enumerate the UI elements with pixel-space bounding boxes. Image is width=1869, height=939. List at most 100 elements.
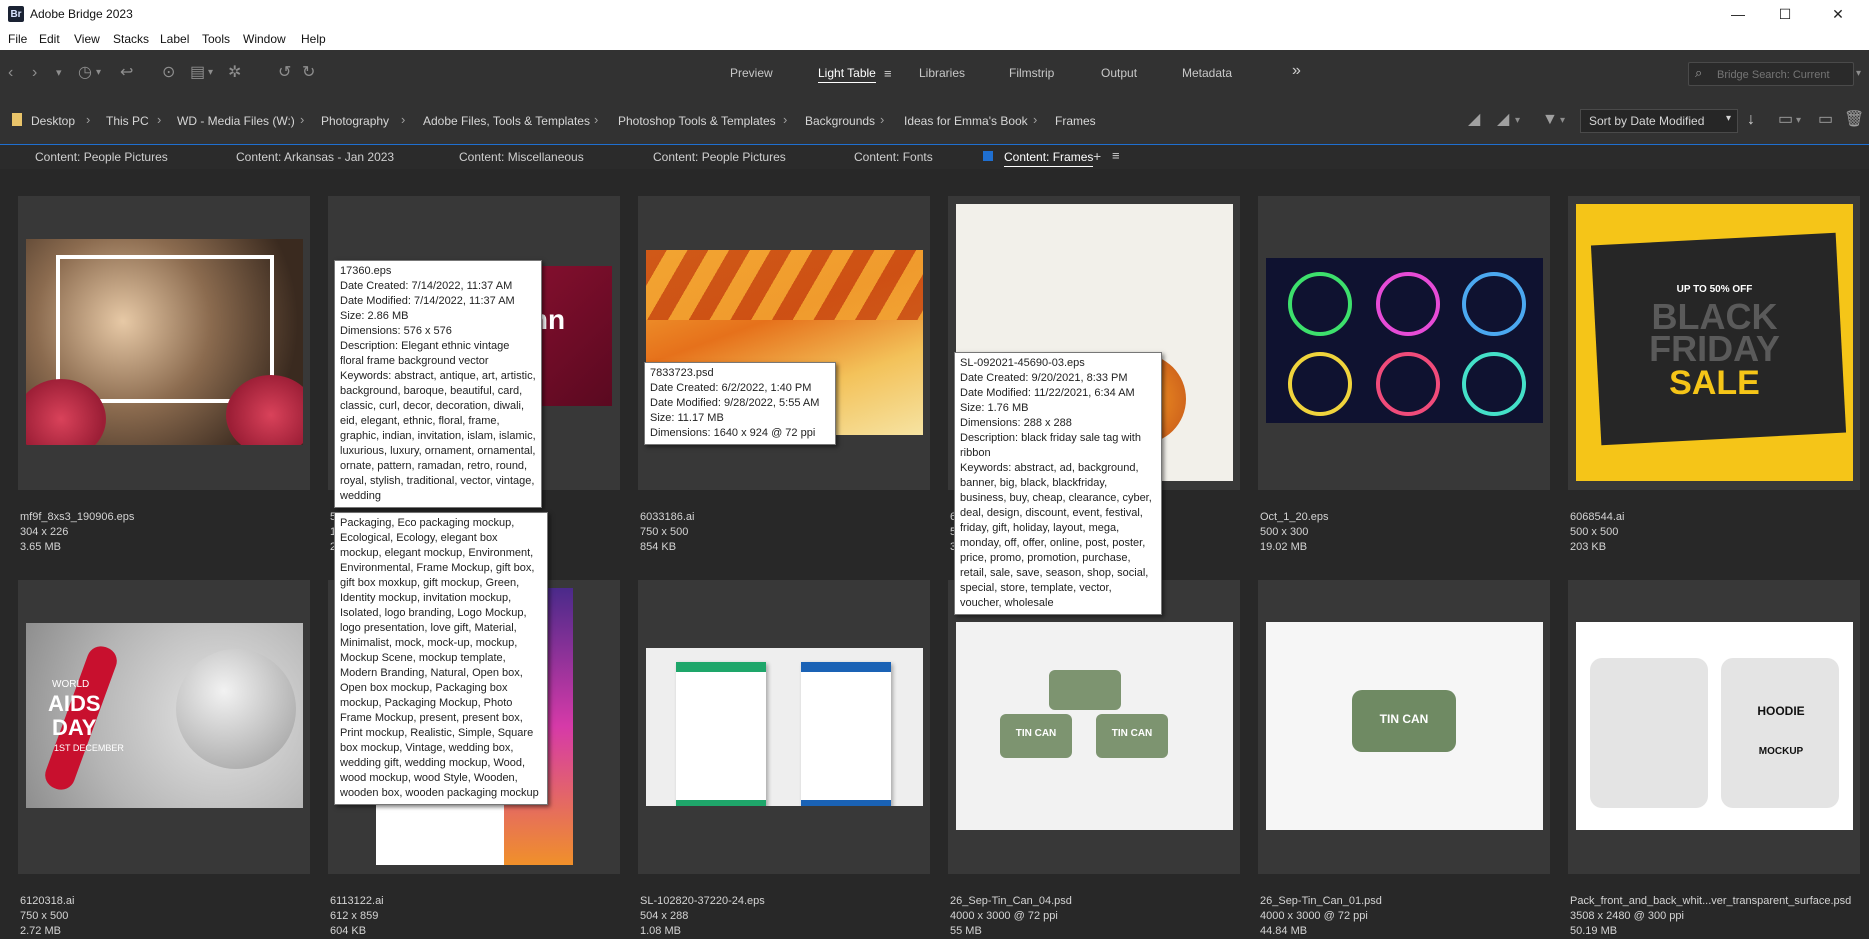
thumbnail-image xyxy=(26,239,303,445)
chevron-down-icon[interactable]: ▾ xyxy=(1856,65,1861,83)
tooltip-filename: 17360.eps xyxy=(340,265,392,277)
sort-select[interactable]: Sort by Date Modified ▾ xyxy=(1580,109,1738,133)
quality-options-icon[interactable]: ◢ xyxy=(1468,111,1480,129)
file-dimensions: 304 x 226 xyxy=(20,526,69,538)
chevron-right-icon: › xyxy=(157,112,162,127)
chevron-down-icon[interactable]: ▾ xyxy=(208,64,213,82)
workspace-output[interactable]: Output xyxy=(1101,66,1137,80)
breadcrumb-photoshop-tools[interactable]: Photoshop Tools & Templates xyxy=(618,114,776,128)
thumbnail-card[interactable]: TIN CAN xyxy=(1258,580,1550,874)
refine-icon[interactable]: ▤ xyxy=(190,64,205,82)
file-dimensions: 750 x 500 xyxy=(20,910,69,922)
thumbnail-image: HOODIE MOCKUP xyxy=(1576,622,1853,830)
filter-icon[interactable]: ▼ xyxy=(1542,111,1558,129)
application-bar: ‹ › ▾ ◷ ▾ ↩ ⊙ ▤ ▾ ✲ ↺ ↻ Preview Light Ta… xyxy=(0,50,1869,99)
chevron-down-icon[interactable]: ▾ xyxy=(1796,112,1801,130)
tab-content-people-pictures-2[interactable]: Content: People Pictures xyxy=(653,150,786,164)
chevron-down-icon[interactable]: ▾ xyxy=(96,64,101,82)
tooltip-description: Description: Elegant ethnic vintage flor… xyxy=(340,340,510,367)
rating-filter-icon[interactable]: ◢ xyxy=(1497,111,1509,129)
rotate-left-icon[interactable]: ↺ xyxy=(278,64,291,82)
chevron-down-icon[interactable]: ▾ xyxy=(56,64,62,82)
tooltip-size: Size: 2.86 MB xyxy=(340,310,409,322)
menu-window[interactable]: Window xyxy=(243,32,286,46)
breadcrumb-photography[interactable]: Photography xyxy=(321,114,389,128)
tooltip-dimensions: Dimensions: 288 x 288 xyxy=(960,417,1072,429)
workspace-preview[interactable]: Preview xyxy=(730,66,773,80)
workspace-overflow-icon[interactable]: » xyxy=(1292,62,1301,80)
menu-edit[interactable]: Edit xyxy=(39,32,60,46)
breadcrumb-adobe-files[interactable]: Adobe Files, Tools & Templates xyxy=(423,114,590,128)
chevron-down-icon[interactable]: ▾ xyxy=(1560,112,1565,130)
tooltip-dimensions: Dimensions: 1640 x 924 @ 72 ppi xyxy=(650,427,816,439)
maximize-button[interactable]: ☐ xyxy=(1762,0,1808,28)
breadcrumb-ideas[interactable]: Ideas for Emma's Book xyxy=(904,114,1028,128)
boomerang-icon[interactable]: ↩ xyxy=(120,64,133,82)
file-size: 3.65 MB xyxy=(20,541,61,553)
thumbnail-card[interactable]: UP TO 50% OFF BLACK FRIDAY SALE xyxy=(1568,196,1860,490)
rotate-right-icon[interactable]: ↻ xyxy=(302,64,315,82)
menu-tools[interactable]: Tools xyxy=(202,32,230,46)
tab-content-fonts[interactable]: Content: Fonts xyxy=(854,150,933,164)
menu-stacks[interactable]: Stacks xyxy=(113,32,149,46)
file-size: 44.84 MB xyxy=(1260,925,1308,937)
tab-content-frames[interactable]: Content: Frames xyxy=(1004,150,1094,167)
open-recent-folder-icon[interactable]: ▭ xyxy=(1778,111,1793,129)
neon-ring xyxy=(1288,352,1352,416)
tab-content-arkansas[interactable]: Content: Arkansas - Jan 2023 xyxy=(236,150,394,164)
file-name: 26_Sep-Tin_Can_01.psd xyxy=(1260,895,1382,907)
menu-help[interactable]: Help xyxy=(301,32,326,46)
metadata-tooltip: 7833723.psd Date Created: 6/2/2022, 1:40… xyxy=(644,362,836,445)
thumbnail-caption: 6033186.ai 750 x 500 854 KB xyxy=(640,510,694,555)
search-box[interactable]: ⌕ xyxy=(1688,62,1854,86)
forward-arrow-icon[interactable]: › xyxy=(32,64,37,82)
breadcrumb-desktop[interactable]: Desktop xyxy=(31,114,75,128)
breadcrumb-this-pc[interactable]: This PC xyxy=(106,114,149,128)
metadata-tooltip: SL-092021-45690-03.eps Date Created: 9/2… xyxy=(954,352,1162,615)
workspace-libraries[interactable]: Libraries xyxy=(919,66,965,80)
add-tab-button[interactable]: + xyxy=(1093,148,1101,164)
tin-can-label: TIN CAN xyxy=(1352,690,1456,752)
breadcrumb-frames[interactable]: Frames xyxy=(1055,114,1096,128)
sort-direction-icon[interactable]: ↓ xyxy=(1747,111,1755,129)
workspace-light-table[interactable]: Light Table xyxy=(818,66,876,83)
tooltip-date-created: Date Created: 6/2/2022, 1:40 PM xyxy=(650,382,812,394)
thumbnail-image: WORLD AIDS DAY 1ST DECEMBER xyxy=(26,623,303,808)
neon-ring xyxy=(1462,352,1526,416)
content-tabs: Content: People Pictures Content: Arkans… xyxy=(0,144,1869,169)
thumbnail-card[interactable]: HOODIE MOCKUP xyxy=(1568,580,1860,874)
tooltip-date-created: Date Created: 7/14/2022, 11:37 AM xyxy=(340,280,513,292)
back-arrow-icon[interactable]: ‹ xyxy=(8,64,13,82)
trash-icon[interactable]: 🗑 xyxy=(1844,111,1864,129)
tab-content-people-pictures[interactable]: Content: People Pictures xyxy=(35,150,168,164)
camera-icon[interactable]: ⊙ xyxy=(162,64,175,82)
menu-file[interactable]: File xyxy=(8,32,27,46)
thumbnail-card[interactable] xyxy=(1258,196,1550,490)
hoodie-front xyxy=(1590,658,1708,808)
new-folder-icon[interactable]: ▭ xyxy=(1818,111,1833,129)
file-size: 1.08 MB xyxy=(640,925,681,937)
thumbnail-card[interactable]: WORLD AIDS DAY 1ST DECEMBER xyxy=(18,580,310,874)
tab-menu-icon[interactable]: ≡ xyxy=(1112,148,1120,163)
thumbnail-card[interactable] xyxy=(638,580,930,874)
recent-history-icon[interactable]: ◷ xyxy=(78,64,92,82)
aids-date: 1ST DECEMBER xyxy=(54,743,124,753)
thumbnail-card[interactable] xyxy=(638,196,930,490)
search-input[interactable] xyxy=(1715,65,1849,85)
minimize-button[interactable]: — xyxy=(1715,0,1761,28)
breadcrumb-backgrounds[interactable]: Backgrounds xyxy=(805,114,875,128)
chevron-down-icon[interactable]: ▾ xyxy=(1515,112,1520,130)
tab-content-miscellaneous[interactable]: Content: Miscellaneous xyxy=(459,150,584,164)
breadcrumb-wd-media[interactable]: WD - Media Files (W:) xyxy=(177,114,295,128)
thumbnail-card[interactable]: TIN CAN TIN CAN xyxy=(948,580,1240,874)
workspace-menu-icon[interactable]: ≡ xyxy=(884,65,892,83)
workspace-metadata[interactable]: Metadata xyxy=(1182,66,1232,80)
close-button[interactable]: ✕ xyxy=(1815,0,1861,28)
bf-sale-text: SALE xyxy=(1669,364,1760,402)
thumbnail-card[interactable] xyxy=(18,196,310,490)
workspace-filmstrip[interactable]: Filmstrip xyxy=(1009,66,1054,80)
menu-label[interactable]: Label xyxy=(160,32,189,46)
neon-ring xyxy=(1376,352,1440,416)
menu-view[interactable]: View xyxy=(74,32,100,46)
open-in-camera-raw-icon[interactable]: ✲ xyxy=(228,64,241,82)
